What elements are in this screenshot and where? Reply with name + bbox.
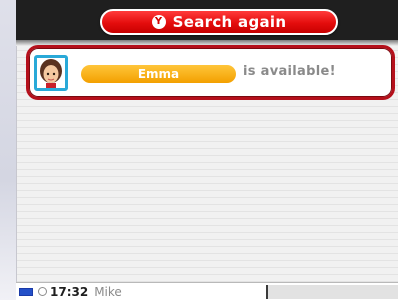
avatar-face-icon <box>37 58 65 88</box>
status-bar-panel <box>266 285 398 299</box>
search-again-button[interactable]: Y Search again <box>100 9 338 35</box>
left-strip <box>0 0 16 300</box>
search-again-label: Search again <box>172 13 287 31</box>
mii-avatar-icon <box>34 55 68 91</box>
user-name-pill: Emma <box>81 65 236 83</box>
status-bar: 17:32 Mike <box>16 282 398 300</box>
battery-icon <box>19 287 33 296</box>
user-result-card[interactable]: Emma is available! <box>26 45 395 100</box>
y-button-icon: Y <box>151 15 166 29</box>
clock-time: 17:32 <box>50 284 89 299</box>
user-name: Mike <box>94 284 122 299</box>
clock-icon <box>38 287 47 296</box>
top-bar: Y Search again <box>16 0 398 46</box>
availability-text: is available! <box>243 64 336 79</box>
